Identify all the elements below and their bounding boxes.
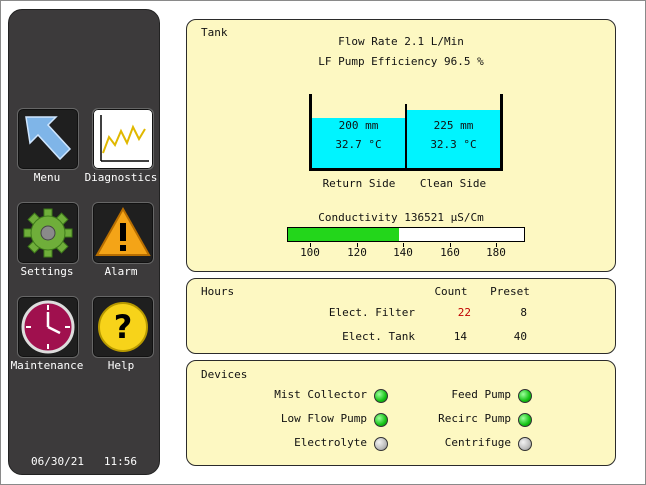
settings-button[interactable]: [17, 202, 79, 264]
question-icon: ?: [98, 302, 148, 352]
return-temp: 32.7 °C: [335, 138, 382, 151]
tank-left-wall: [309, 94, 312, 170]
tank-bottom: [309, 168, 503, 171]
status-led: [374, 413, 388, 427]
clean-temp: 32.3 °C: [430, 138, 477, 151]
menu-label: Menu: [33, 171, 61, 184]
hours-row-name: Elect. Filter: [328, 306, 415, 319]
devices-title: Devices: [201, 368, 248, 381]
alarm-label: Alarm: [104, 265, 138, 278]
scale-label-140: 140: [393, 246, 413, 259]
status-led: [518, 437, 532, 451]
hours-row-name: Elect. Tank: [342, 330, 415, 343]
hours-panel: Hours Count Preset Elect. Filter 22 8 El…: [186, 278, 616, 354]
conductivity-bar: [287, 227, 525, 242]
help-label: Help: [107, 359, 135, 372]
svg-text:?: ?: [114, 308, 133, 346]
scale-label-180: 180: [486, 246, 506, 259]
tank-right-wall: [500, 94, 503, 170]
device-label: Low Flow Pump: [280, 412, 367, 425]
hours-row-count: 14: [453, 330, 467, 343]
tank-panel: Tank Flow Rate 2.1 L/Min LF Pump Efficie…: [186, 19, 616, 272]
status-led: [374, 389, 388, 403]
time-text: 11:56: [103, 455, 137, 468]
maintenance-button[interactable]: [17, 296, 79, 358]
status-led: [518, 413, 532, 427]
alarm-button[interactable]: [92, 202, 154, 264]
menu-button[interactable]: [17, 108, 79, 170]
scale-label-160: 160: [440, 246, 460, 259]
hours-row-count: 22: [457, 306, 471, 319]
device-label: Feed Pump: [451, 388, 511, 401]
help-button[interactable]: ?: [92, 296, 154, 358]
device-label: Electrolyte: [294, 436, 367, 449]
pump-efficiency: LF Pump Efficiency 96.5 %: [318, 55, 484, 68]
hours-row-preset[interactable]: 40: [485, 330, 527, 343]
sidebar: Menu Diagnostics Settings Alarm Maintena…: [8, 9, 160, 475]
hours-row-preset[interactable]: 8: [485, 306, 527, 319]
maintenance-label: Maintenance: [10, 359, 84, 372]
scale-label-120: 120: [347, 246, 367, 259]
count-header: Count: [434, 285, 468, 298]
conductivity: Conductivity 136521 µS/Cm: [318, 211, 484, 224]
diagnostics-button[interactable]: [92, 108, 154, 170]
diagnostics-label: Diagnostics: [84, 171, 158, 184]
date-text: 06/30/21: [31, 455, 84, 468]
devices-panel: Devices Mist Collector Feed Pump Low Flo…: [186, 360, 616, 466]
conductivity-bar-fill: [288, 228, 399, 241]
clean-level: 225 mm: [433, 119, 474, 132]
device-label: Recirc Pump: [438, 412, 511, 425]
scale-label-100: 100: [300, 246, 320, 259]
device-label: Centrifuge: [444, 436, 511, 449]
hours-title: Hours: [201, 285, 235, 298]
datetime: 06/30/21 11:56: [9, 455, 159, 468]
arrow-up-left-icon: [25, 116, 72, 161]
status-led: [518, 389, 532, 403]
line-chart-icon: [100, 115, 149, 162]
warning-triangle-icon: [95, 206, 151, 256]
status-led: [374, 437, 388, 451]
preset-header: Preset: [490, 285, 530, 298]
clock-icon: [21, 300, 75, 354]
return-level: 200 mm: [338, 119, 379, 132]
flow-rate: Flow Rate 2.1 L/Min: [338, 35, 464, 48]
tank-divider: [405, 104, 407, 170]
device-label: Mist Collector: [274, 388, 367, 401]
clean-side-label: Clean Side: [419, 177, 487, 190]
settings-label: Settings: [20, 265, 74, 278]
gear-icon: [23, 208, 73, 258]
